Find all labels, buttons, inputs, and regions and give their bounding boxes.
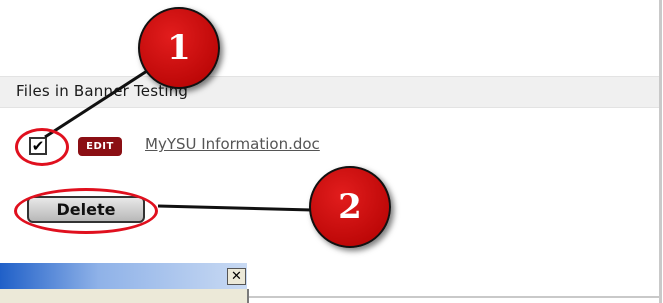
callout-number-2: 2 (309, 166, 391, 248)
callout-connectors (44, 58, 313, 212)
delete-highlight-ring (14, 188, 158, 234)
callout-2-connector (157, 204, 313, 212)
callout-number-1: 1 (138, 7, 220, 89)
checkbox-highlight-ring (15, 128, 69, 166)
